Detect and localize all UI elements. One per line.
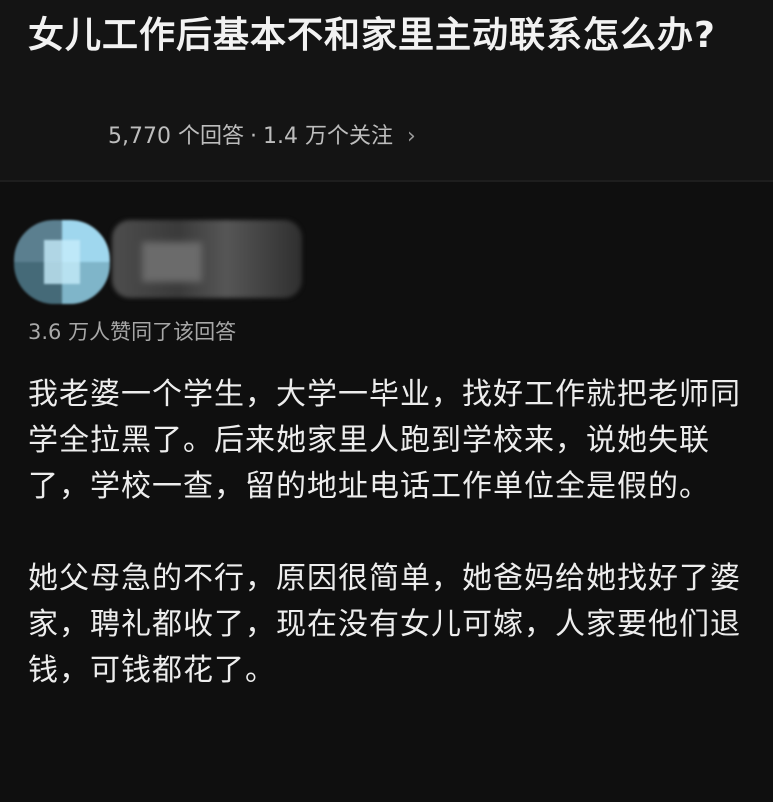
meta-separator: · — [249, 124, 257, 149]
question-title[interactable]: 女儿工作后基本不和家里主动联系怎么办? — [28, 6, 738, 66]
redaction-mask — [142, 242, 202, 282]
answer-paragraph: 我老婆一个学生，大学一毕业，找好工作就把老师同学全拉黑了。后来她家里人跑到学校来… — [28, 377, 741, 504]
followers-count: 1.4 万个关注 — [262, 124, 393, 149]
answer-card: 3.6 万人赞同了该回答 我老婆一个学生，大学一毕业，找好工作就把老师同学全拉黑… — [0, 182, 773, 802]
answer-paragraph: 她父母急的不行，原因很简单，她爸妈给她找好了婆家，聘礼都收了，现在没有女儿可嫁，… — [28, 561, 741, 688]
answers-count: 5,770 个回答 — [108, 124, 244, 149]
answer-content: 我老婆一个学生，大学一毕业，找好工作就把老师同学全拉黑了。后来她家里人跑到学校来… — [28, 372, 748, 694]
chevron-right-icon[interactable]: › — [407, 120, 416, 154]
question-header: 女儿工作后基本不和家里主动联系怎么办? 5,770 个回答 · 1.4 万个关注… — [0, 0, 773, 180]
author-row — [0, 202, 773, 312]
author-name-redacted[interactable] — [112, 220, 302, 298]
avatar[interactable] — [14, 220, 110, 304]
question-stats[interactable]: 5,770 个回答 · 1.4 万个关注 › — [108, 120, 416, 154]
likes-count: 3.6 万人赞同了该回答 — [28, 320, 237, 344]
